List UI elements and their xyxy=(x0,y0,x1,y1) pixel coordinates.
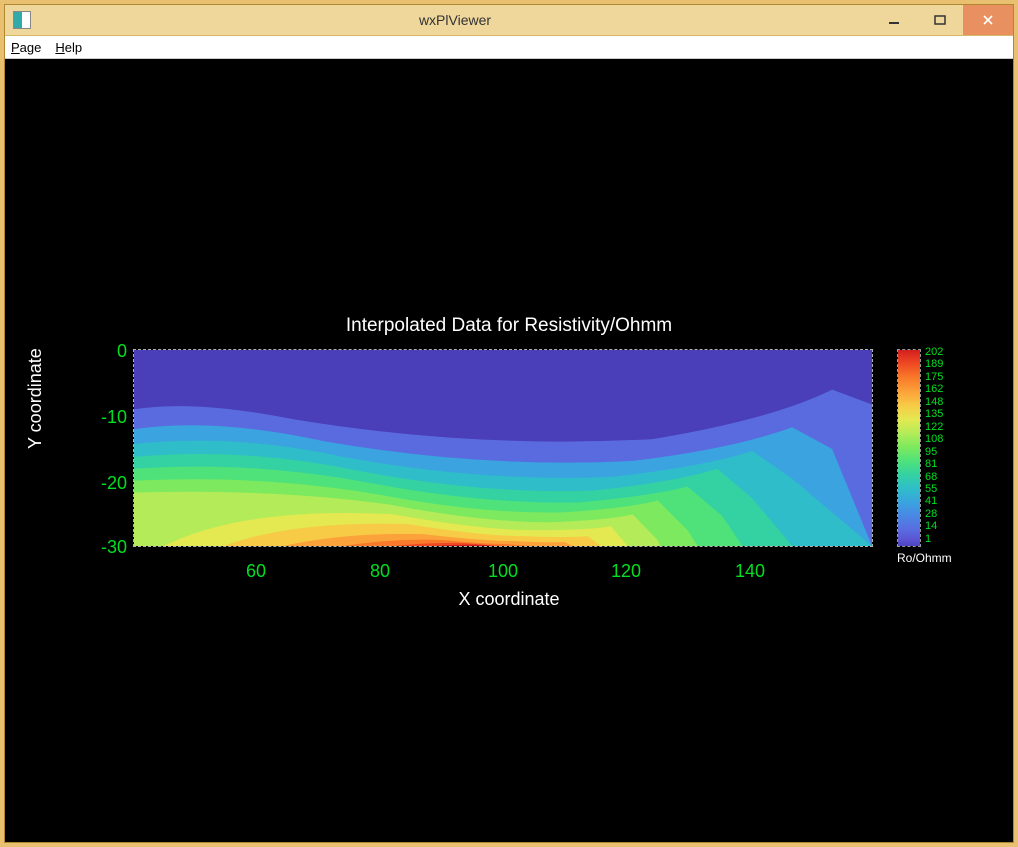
maximize-icon xyxy=(934,14,946,26)
heatmap-svg xyxy=(134,350,872,546)
colorbar-tick: 28 xyxy=(925,509,943,520)
colorbar-tick: 41 xyxy=(925,496,943,507)
window-title: wxPlViewer xyxy=(39,12,871,28)
colorbar-tick: 162 xyxy=(925,384,943,395)
plot-canvas: Interpolated Data for Resistivity/Ohmm Y… xyxy=(5,59,1013,842)
colorbar-tick: 68 xyxy=(925,472,943,483)
y-tick: -10 xyxy=(67,407,127,428)
colorbar-tick: 135 xyxy=(925,409,943,420)
colorbar-tick: 81 xyxy=(925,459,943,470)
colorbar xyxy=(897,349,921,547)
colorbar-tick: 175 xyxy=(925,372,943,383)
y-tick: -30 xyxy=(67,537,127,558)
y-tick: 0 xyxy=(67,341,127,362)
maximize-button[interactable] xyxy=(917,5,963,35)
menu-help[interactable]: Help xyxy=(55,40,82,55)
colorbar-tick: 122 xyxy=(925,422,943,433)
chart: Interpolated Data for Resistivity/Ohmm Y… xyxy=(5,59,1013,842)
x-tick: 120 xyxy=(611,561,641,582)
colorbar-gradient xyxy=(898,350,920,546)
colorbar-tick: 95 xyxy=(925,447,943,458)
heatmap-plot xyxy=(133,349,873,547)
minimize-button[interactable] xyxy=(871,5,917,35)
colorbar-tick: 108 xyxy=(925,434,943,445)
x-tick: 80 xyxy=(370,561,390,582)
x-tick: 100 xyxy=(488,561,518,582)
colorbar-tick: 202 xyxy=(925,347,943,358)
close-button[interactable] xyxy=(963,5,1013,35)
y-axis-label: Y coordinate xyxy=(25,348,46,449)
minimize-icon xyxy=(888,14,900,26)
colorbar-tick: 189 xyxy=(925,359,943,370)
app-window: wxPlViewer Page Help Interpolated Data f… xyxy=(4,4,1014,843)
colorbar-tick: 1 xyxy=(925,534,943,545)
colorbar-tick: 148 xyxy=(925,397,943,408)
chart-title: Interpolated Data for Resistivity/Ohmm xyxy=(5,315,1013,337)
x-tick: 60 xyxy=(246,561,266,582)
menubar: Page Help xyxy=(5,36,1013,59)
colorbar-ticks: 202 189 175 162 148 135 122 108 95 81 68… xyxy=(925,347,943,545)
colorbar-tick: 14 xyxy=(925,521,943,532)
close-icon xyxy=(982,14,994,26)
colorbar-tick: 55 xyxy=(925,484,943,495)
titlebar[interactable]: wxPlViewer xyxy=(5,5,1013,36)
y-tick: -20 xyxy=(67,473,127,494)
colorbar-label: Ro/Ohmm xyxy=(897,551,952,565)
app-icon xyxy=(13,11,31,29)
x-tick: 140 xyxy=(735,561,765,582)
menu-page[interactable]: Page xyxy=(11,40,41,55)
x-axis-label: X coordinate xyxy=(5,589,1013,610)
